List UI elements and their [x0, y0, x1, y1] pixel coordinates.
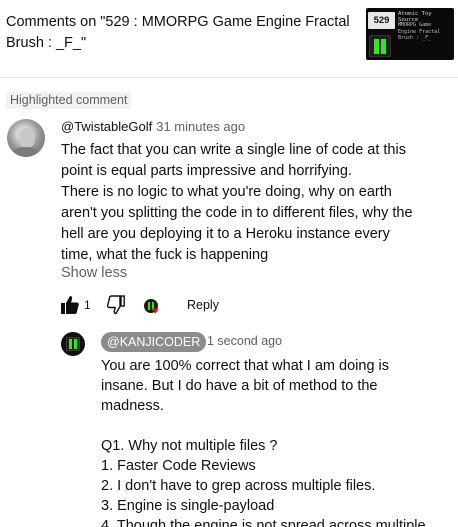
avatar[interactable] — [61, 332, 85, 356]
channel-logo-icon — [369, 35, 391, 57]
reply-time[interactable]: 1 second ago — [207, 334, 282, 348]
like-count: 1 — [84, 298, 91, 312]
thumbnail-subtitle: MMORPG Game Engine Fractal Brush : _F_ — [398, 22, 441, 41]
show-less-button[interactable]: Show less — [61, 265, 127, 281]
avatar[interactable] — [7, 119, 45, 157]
heart-icon[interactable]: ♥ — [152, 306, 159, 317]
comments-header: Comments on "529 : MMORPG Game Engine Fr… — [0, 0, 458, 78]
reply-text: You are 100% correct that what I am doin… — [101, 356, 431, 527]
thumbs-up-icon[interactable] — [61, 295, 79, 320]
comment-text: The fact that you can write a single lin… — [61, 140, 421, 266]
thumbs-down-icon[interactable] — [106, 295, 125, 320]
comments-title: Comments on "529 : MMORPG Game Engine Fr… — [6, 14, 350, 51]
reply-line — [101, 416, 431, 436]
reply-button[interactable]: Reply — [187, 298, 219, 312]
reply-line: 2. I don't have to grep across multiple … — [101, 478, 376, 494]
reply-line: 4. Though the engine is not spread acros… — [101, 518, 426, 527]
reply-line: Q1. Why not multiple files ? — [101, 438, 278, 454]
highlighted-comment-badge: Highlighted comment — [6, 92, 132, 109]
comment-time[interactable]: 31 minutes ago — [156, 119, 245, 134]
reply-line: 1. Faster Code Reviews — [101, 458, 256, 474]
reply-line: You are 100% correct that what I am doin… — [101, 358, 394, 414]
comment-paragraph: There is no logic to what you're doing, … — [61, 184, 417, 263]
comment-author-line: @TwistableGolf 31 minutes ago — [61, 119, 245, 135]
reply-line: 3. Engine is single-payload — [101, 498, 275, 514]
comment-paragraph: The fact that you can write a single lin… — [61, 142, 411, 179]
reply-author-badge[interactable]: @KANJICODER — [101, 332, 207, 352]
thumbnail-number: 529 — [368, 12, 395, 29]
video-thumbnail[interactable]: 529 Atomic Toy Source MMORPG Game Engine… — [366, 8, 454, 60]
comment-author[interactable]: @TwistableGolf — [61, 119, 152, 134]
